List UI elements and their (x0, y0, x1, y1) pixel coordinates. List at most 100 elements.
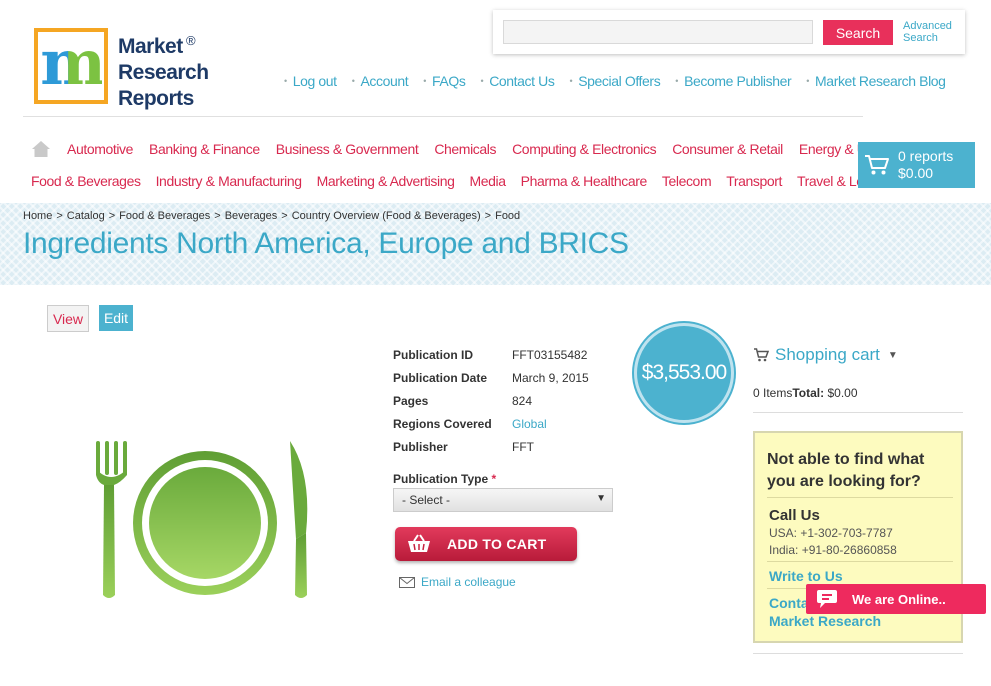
email-colleague-label: Email a colleague (421, 575, 516, 589)
category-industry-manufacturing[interactable]: Industry & Manufacturing (156, 173, 302, 189)
required-mark: * (491, 472, 497, 486)
plate-icon (133, 451, 277, 595)
breadcrumb-food-beverages[interactable]: Food & Beverages (119, 210, 210, 222)
cart-count: 0 reports (898, 148, 954, 164)
category-marketing-advertising[interactable]: Marketing & Advertising (317, 173, 455, 189)
nav-special-offers[interactable]: • Special Offers (569, 73, 660, 89)
detail-label: Regions Covered (393, 416, 492, 431)
shopping-cart-block-title[interactable]: Shopping cart ▼ (753, 345, 898, 365)
nav-label: Contact Us (489, 73, 555, 89)
home-icon[interactable] (31, 139, 51, 159)
breadcrumb-separator: > (214, 210, 221, 222)
page-title: Ingredients North America, Europe and BR… (23, 227, 629, 260)
breadcrumb-separator: > (484, 210, 492, 222)
category-business-government[interactable]: Business & Government (276, 141, 419, 159)
breadcrumb-home[interactable]: Home (23, 210, 52, 222)
nav-become-publisher[interactable]: • Become Publisher (675, 73, 791, 89)
shopping-cart-title: Shopping cart (775, 345, 880, 364)
bullet-icon: • (806, 76, 810, 86)
nav-label: Log out (292, 73, 337, 89)
category-transport[interactable]: Transport (726, 173, 782, 189)
knife-icon (290, 441, 308, 598)
detail-value: FFT (512, 439, 534, 454)
top-nav: • Log out • Account • FAQs • Contact Us • Spe… (284, 73, 946, 89)
cart-icon (865, 155, 889, 175)
search-input[interactable] (503, 20, 813, 44)
logo-mark: m (34, 28, 108, 104)
site-logo[interactable]: m Market Research Reports ® (34, 28, 209, 112)
add-to-cart-button[interactable]: ADD TO CART (395, 527, 577, 561)
logo-word-3: Reports (118, 87, 194, 110)
search-button[interactable]: Search (823, 20, 893, 45)
detail-value: FFT03155482 (512, 347, 588, 362)
publication-type-select[interactable]: - Select - ▼ (393, 488, 613, 512)
add-to-cart-label: ADD TO CART (447, 536, 547, 552)
advanced-search-line1: Advanced (903, 20, 952, 32)
header-divider (23, 116, 863, 117)
publication-type-label: Publication Type * (393, 472, 496, 486)
tab-view[interactable]: View (47, 305, 89, 332)
category-telecom[interactable]: Telecom (662, 173, 712, 189)
tab-edit[interactable]: Edit (99, 305, 133, 331)
nav-blog[interactable]: • Market Research Blog (806, 73, 946, 89)
breadcrumb: Home > Catalog > Food & Beverages > Beverag… (23, 210, 520, 222)
bullet-icon: • (351, 76, 355, 86)
detail-label: Pages (393, 393, 429, 408)
category-food-beverages[interactable]: Food & Beverages (31, 173, 141, 189)
caret-down-icon[interactable]: ▼ (888, 350, 898, 361)
publication-type-text: Publication Type (393, 472, 489, 486)
breadcrumb-beverages[interactable]: Beverages (225, 210, 278, 222)
breadcrumb-separator: > (281, 210, 288, 222)
logo-letter: m (40, 26, 106, 99)
chat-bubble-icon (817, 590, 837, 608)
detail-row: Regions Covered Global (393, 412, 589, 435)
chat-label: We are Online.. (852, 591, 946, 607)
help-question: Not able to find what you are looking fo… (767, 449, 924, 493)
detail-value: March 9, 2015 (512, 370, 589, 385)
category-banking-finance[interactable]: Banking & Finance (149, 141, 260, 159)
help-divider (767, 561, 953, 562)
email-colleague-link[interactable]: Email a colleague (399, 575, 516, 589)
category-media[interactable]: Media (469, 173, 506, 189)
category-pharma-healthcare[interactable]: Pharma & Healthcare (521, 173, 648, 189)
write-to-us-link[interactable]: Write to Us (769, 568, 843, 584)
sidebar-divider (753, 653, 963, 654)
envelope-icon (399, 576, 415, 588)
call-us-heading: Call Us (769, 507, 820, 524)
nav-account[interactable]: • Account (352, 73, 409, 89)
detail-row: Publisher FFT (393, 435, 589, 458)
usa-phone: USA: +1-302-703-7787 (769, 526, 893, 540)
advanced-search-link[interactable]: Advanced Search (903, 20, 952, 44)
logo-word-2: Research (118, 61, 209, 84)
nav-faqs[interactable]: • FAQs (423, 73, 466, 89)
help-question-line1: Not able to find what (767, 451, 925, 468)
nav-contact-us[interactable]: • Contact Us (480, 73, 554, 89)
select-value: - Select - (402, 493, 451, 507)
dropdown-arrow-icon: ▼ (596, 493, 606, 504)
category-chemicals[interactable]: Chemicals (434, 141, 496, 159)
nav-label: FAQs (432, 73, 466, 89)
category-computing-electronics[interactable]: Computing & Electronics (512, 141, 656, 159)
items-count: 0 Items (753, 386, 793, 400)
region-link[interactable]: Global (512, 417, 547, 431)
nav-label: Market Research Blog (815, 73, 946, 89)
cart-icon (754, 348, 769, 362)
nav-log-out[interactable]: • Log out (284, 73, 337, 89)
cart-summary: 0 reports $0.00 (898, 148, 953, 182)
nav-label: Become Publisher (684, 73, 792, 89)
header-cart[interactable]: 0 reports $0.00 (858, 142, 975, 188)
basket-icon (408, 534, 430, 552)
breadcrumb-food[interactable]: Food (495, 210, 520, 222)
fork-icon (96, 441, 127, 598)
breadcrumb-catalog[interactable]: Catalog (67, 210, 105, 222)
product-image (96, 441, 308, 598)
price-badge: $3,553.00 (634, 323, 734, 423)
bullet-icon: • (675, 76, 679, 86)
category-automotive[interactable]: Automotive (67, 141, 133, 159)
live-chat-widget[interactable]: We are Online.. (806, 584, 986, 614)
category-nav-row-2: Food & Beverages Industry & Manufacturin… (31, 173, 892, 189)
breadcrumb-country-overview[interactable]: Country Overview (Food & Beverages) (292, 210, 481, 222)
total-value: $0.00 (824, 386, 858, 400)
category-consumer-retail[interactable]: Consumer & Retail (672, 141, 783, 159)
bullet-icon: • (480, 76, 484, 86)
